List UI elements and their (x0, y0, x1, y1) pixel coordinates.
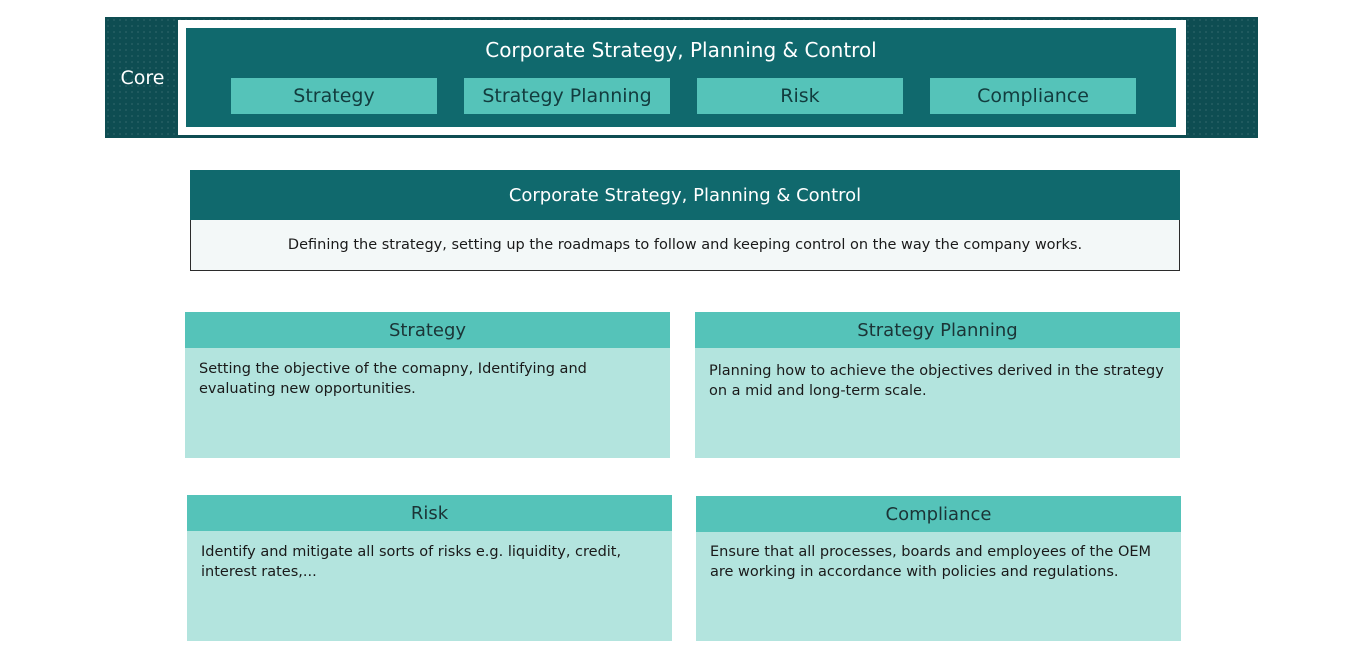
card-risk-title: Risk (187, 495, 672, 531)
core-tab-compliance[interactable]: Compliance (930, 78, 1136, 114)
card-compliance-body: Ensure that all processes, boards and em… (696, 532, 1181, 641)
card-risk-body: Identify and mitigate all sorts of risks… (187, 531, 672, 641)
card-strategy-body: Setting the objective of the comapny, Id… (185, 348, 670, 458)
card-compliance-description: Ensure that all processes, boards and em… (710, 544, 1152, 580)
card-strategy-title: Strategy (185, 312, 670, 348)
core-label: Core (120, 66, 165, 89)
card-strategy-description: Setting the objective of the comapny, Id… (199, 361, 587, 397)
core-tab-strategy-planning[interactable]: Strategy Planning (464, 78, 670, 114)
card-strategy-planning-body: Planning how to achieve the objectives d… (695, 348, 1180, 458)
core-tab-strategy[interactable]: Strategy (231, 78, 437, 114)
overview-description-text: Defining the strategy, setting up the ro… (287, 237, 1083, 253)
card-risk-description: Identify and mitigate all sorts of risks… (201, 544, 622, 580)
card-compliance-title: Compliance (696, 496, 1181, 532)
overview-description: Defining the strategy, setting up the ro… (190, 220, 1180, 271)
core-title: Corporate Strategy, Planning & Control (485, 38, 877, 62)
card-strategy-planning-title: Strategy Planning (695, 312, 1180, 348)
core-tab-risk[interactable]: Risk (697, 78, 903, 114)
card-strategy-planning-description: Planning how to achieve the objectives d… (709, 363, 1164, 399)
overview-title: Corporate Strategy, Planning & Control (190, 170, 1180, 220)
